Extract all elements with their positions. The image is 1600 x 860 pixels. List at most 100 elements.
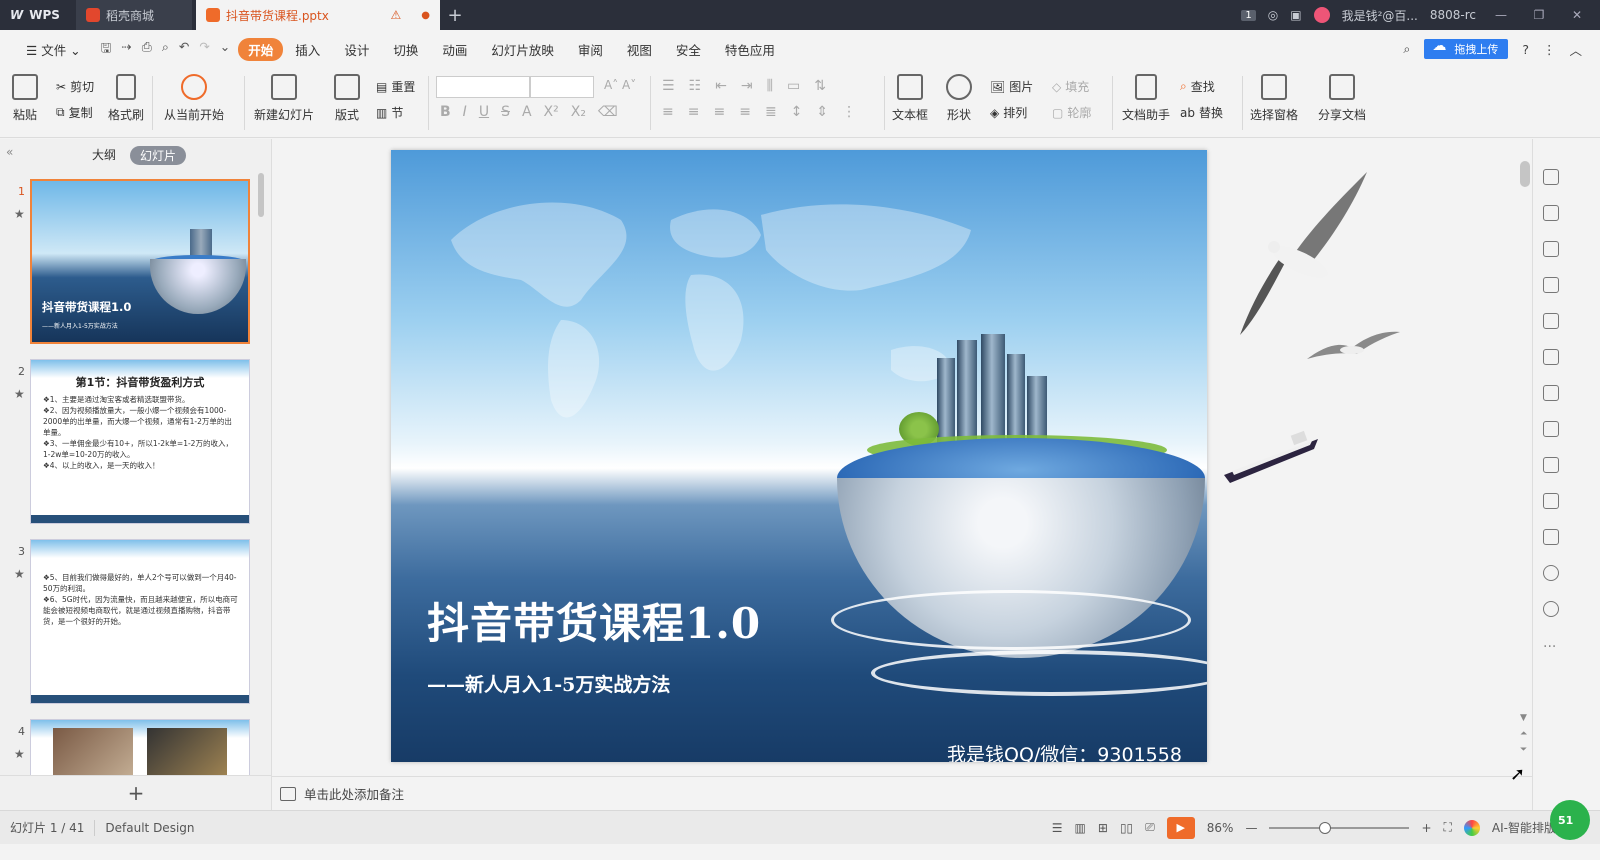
reset-button[interactable]: ▤ 重置	[376, 78, 415, 95]
slide-subtitle[interactable]: ——新人月入1-5万实战方法	[427, 670, 670, 697]
properties-icon[interactable]	[1543, 313, 1559, 329]
picture-button[interactable]: 🖼 图片	[990, 78, 1033, 95]
strikethrough-icon[interactable]: S	[501, 104, 510, 120]
zoom-slider[interactable]	[1269, 821, 1410, 834]
slide-thumbnail-3[interactable]: ❖5、目前我们做得最好的，单人2个号可以做到一个月40-50万的利润。 ❖6、5…	[30, 539, 250, 704]
redo-icon[interactable]: ↷	[199, 39, 209, 60]
tab-design[interactable]: 设计	[332, 40, 381, 59]
align-center-icon[interactable]: ≡	[688, 104, 700, 120]
print-icon[interactable]: ⎙	[142, 39, 152, 60]
tab-slideshow[interactable]: 幻灯片放映	[479, 40, 566, 59]
presenter-view-icon[interactable]: ⎚	[1145, 820, 1155, 835]
subscript-icon[interactable]: X₂	[571, 104, 586, 120]
tab-insert[interactable]: 插入	[283, 40, 332, 59]
fill-button[interactable]: ◇ 填充	[1052, 78, 1089, 95]
select-pane-button[interactable]: 选择窗格	[1250, 74, 1298, 123]
zoom-in-icon[interactable]: +	[1421, 821, 1431, 835]
ai-layout-button[interactable]: AI-智能排版	[1492, 819, 1556, 836]
slide-contact[interactable]: 我是钱QQ/微信：9301558	[947, 740, 1182, 762]
para-spacing-icon[interactable]: ⇕	[816, 104, 828, 120]
tab-security[interactable]: 安全	[664, 40, 713, 59]
share-icon[interactable]	[1543, 385, 1559, 401]
eraser-icon[interactable]: ⌫	[598, 104, 618, 120]
zoom-knob[interactable]	[1319, 821, 1332, 834]
play-from-current-button[interactable]: 从当前开始	[164, 74, 224, 123]
tab-animation[interactable]: 动画	[430, 40, 479, 59]
bullet-list-icon[interactable]: ☰	[662, 78, 675, 94]
preview-icon[interactable]: ⌕	[162, 39, 169, 60]
outdent-icon[interactable]: ⇤	[715, 78, 727, 94]
shapes-icon[interactable]	[1543, 241, 1559, 257]
tab-view[interactable]: 视图	[615, 40, 664, 59]
ship-image[interactable]	[1222, 419, 1322, 483]
slide-title[interactable]: 抖音带货课程1.0	[427, 590, 761, 651]
prev-slide-icon[interactable]: ⏶	[1520, 729, 1527, 739]
scroll-down-icon[interactable]: ▼	[1520, 713, 1527, 723]
outline-button[interactable]: ▢ 轮廓	[1052, 104, 1091, 121]
textbox-align-icon[interactable]: ▭	[787, 78, 800, 94]
collapse-ribbon-icon[interactable]: ︿	[1569, 40, 1582, 59]
upload-button[interactable]: 拖拽上传	[1424, 38, 1509, 59]
format-painter-button[interactable]: 格式刷	[108, 74, 144, 123]
next-slide-icon[interactable]: ⏷	[1520, 745, 1527, 755]
find-button[interactable]: ⌕ 查找	[1180, 78, 1215, 95]
canvas-scrollbar[interactable]: ▼ ⏶ ⏷	[1518, 139, 1532, 776]
tab-home[interactable]: 开始	[238, 37, 284, 61]
skin-icon[interactable]: ◎	[1268, 8, 1278, 22]
slide-canvas[interactable]: 抖音带货课程1.0 ——新人月入1-5万实战方法 我是钱QQ/微信：930155…	[272, 139, 1518, 776]
seagull-image[interactable]	[1232, 167, 1372, 337]
archive-icon[interactable]	[1543, 421, 1559, 437]
slide-thumbnail-4[interactable]	[30, 719, 250, 775]
corner-badge[interactable]: 51	[1550, 800, 1590, 840]
normal-view-icon[interactable]: ▥	[1075, 821, 1086, 835]
notes-placeholder[interactable]: 单击此处添加备注	[304, 784, 404, 803]
justify-icon[interactable]: ≡	[739, 104, 751, 120]
user-name[interactable]: 我是钱²@百...	[1342, 7, 1418, 24]
image-icon[interactable]	[1543, 457, 1559, 473]
template-icon[interactable]	[1543, 205, 1559, 221]
align-right-icon[interactable]: ≡	[713, 104, 725, 120]
line-spacing-icon[interactable]: ↕	[791, 104, 803, 120]
save-icon[interactable]: 🖫	[101, 39, 112, 60]
shape-button[interactable]: 形状	[946, 74, 972, 123]
slide-thumbnail-2[interactable]: 第1节：抖音带货盈利方式 ❖1、主要是通过淘宝客或者精选联盟带货。 ❖2、因为视…	[30, 359, 250, 524]
copy-button[interactable]: ⧉ 复制	[56, 104, 93, 121]
magic-icon[interactable]	[1543, 169, 1559, 185]
unsaved-dot-icon[interactable]: ●	[421, 10, 430, 21]
number-list-icon[interactable]: ☷	[689, 78, 702, 94]
columns-icon[interactable]: ⫼	[767, 78, 773, 94]
seagull-image[interactable]	[1302, 324, 1402, 364]
backup-icon[interactable]	[1543, 529, 1559, 545]
library-icon[interactable]	[1543, 349, 1559, 365]
cut-button[interactable]: ✂ 剪切	[56, 78, 94, 95]
more-icon[interactable]: ⋮	[1543, 42, 1556, 57]
thumbnail-list[interactable]: 1 ★ 抖音带货课程1.0 ——新人月入1-5万实战方法 2 ★ 第1节：抖音带…	[0, 177, 272, 775]
sorter-view-icon[interactable]: ⊞	[1098, 821, 1108, 835]
font-size-select[interactable]	[530, 76, 594, 98]
collapse-panel-icon[interactable]: «	[6, 145, 13, 159]
theme-name[interactable]: Default Design	[95, 821, 204, 835]
superscript-icon[interactable]: X²	[544, 104, 559, 120]
arrange-button[interactable]: ◈ 排列	[990, 104, 1027, 121]
replace-button[interactable]: ab 替换	[1180, 104, 1223, 121]
section-button[interactable]: ▥ 节	[376, 104, 403, 121]
file-menu[interactable]: ☰ 文件 ⌄	[14, 40, 93, 59]
tab-transition[interactable]: 切换	[381, 40, 430, 59]
italic-icon[interactable]: I	[463, 104, 467, 120]
undo-icon[interactable]: ↶	[179, 39, 189, 60]
tab-document[interactable]: 抖音带货课程.pptx ⚠ ●	[196, 0, 440, 30]
new-slide-button[interactable]: 新建幻灯片	[254, 74, 314, 123]
notes-bar[interactable]: 单击此处添加备注	[272, 776, 1532, 810]
window-count-badge[interactable]: 1	[1241, 9, 1256, 21]
layout-button[interactable]: 版式	[334, 74, 360, 123]
font-name-select[interactable]	[436, 76, 530, 98]
textbox-button[interactable]: 文本框	[892, 74, 928, 123]
panel-scrollbar[interactable]	[258, 173, 264, 217]
underline-icon[interactable]: U	[479, 104, 489, 120]
fit-window-icon[interactable]: ⛶	[1444, 820, 1452, 835]
doc-assistant-button[interactable]: 文档助手	[1122, 74, 1170, 123]
distribute-icon[interactable]: ≣	[765, 104, 777, 120]
paste-button[interactable]: 粘贴	[12, 74, 38, 123]
more-para-icon[interactable]: ⋮	[842, 104, 856, 120]
warning-icon[interactable]: ⚠	[391, 8, 402, 22]
